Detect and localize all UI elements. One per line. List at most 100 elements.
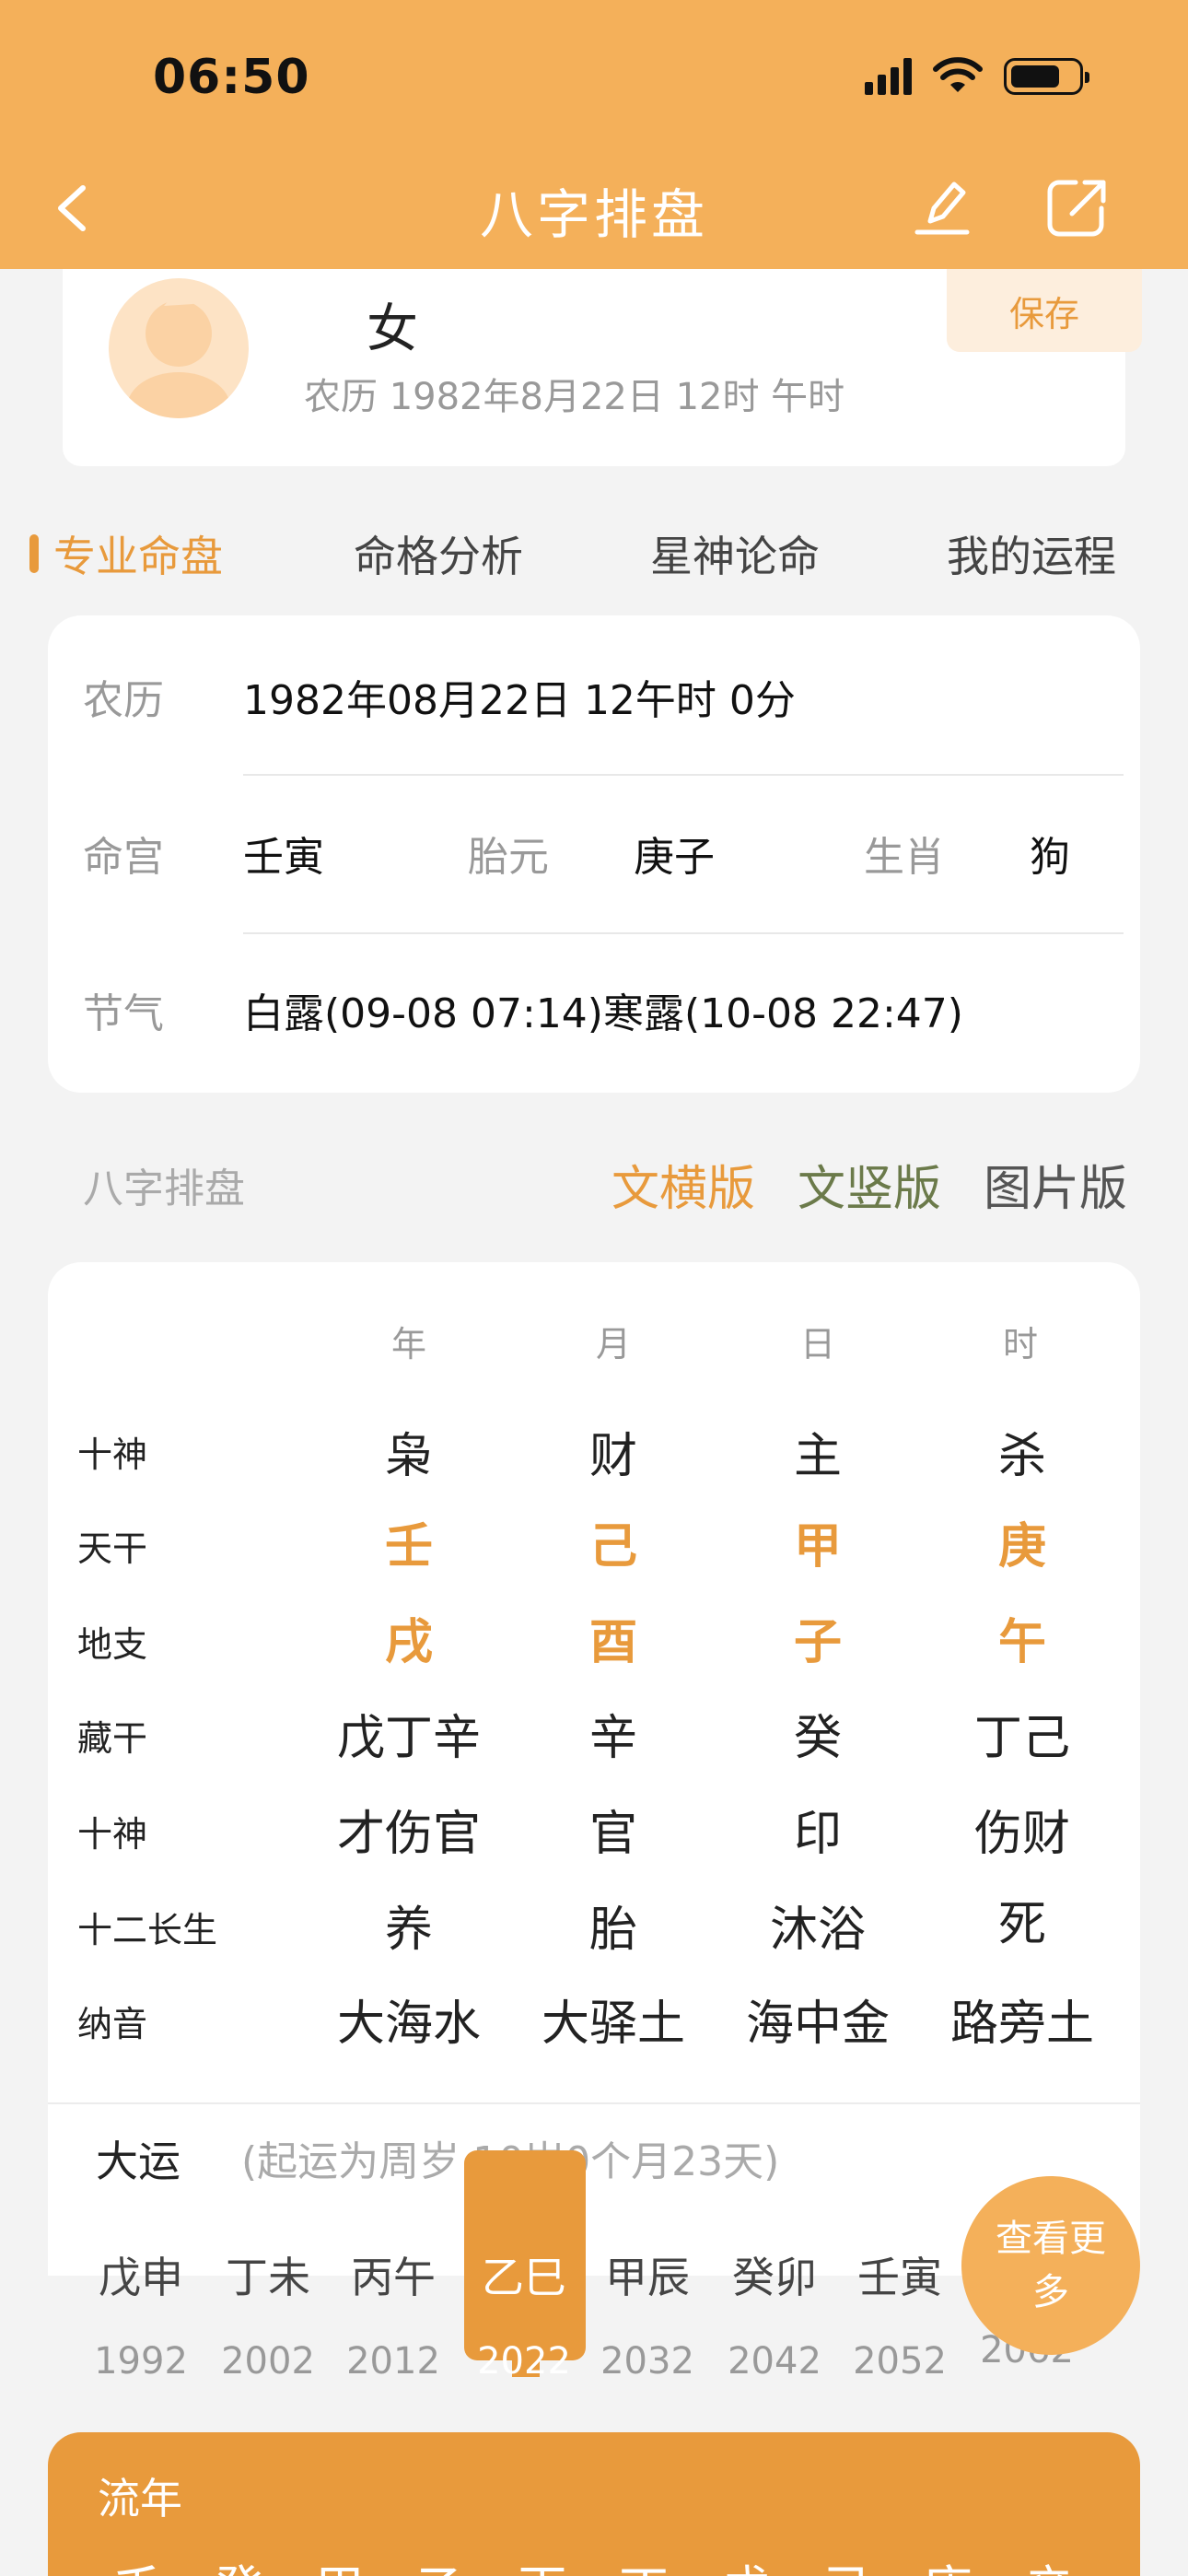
dayun-year: 2052 [853,2340,947,2383]
chart-cell: 才伤官 [336,1807,481,1862]
tab-bar: 专业命盘 命格分析 星神论命 我的运程 [0,516,1188,590]
dayun-year: 2032 [600,2340,694,2383]
chart-cell: 杀 [997,1429,1046,1484]
taiyuan-value: 庚子 [634,834,715,881]
dayun-year: 2002 [221,2340,315,2383]
dayun-title: 大运 [96,2137,181,2186]
lunar-label: 农历 [83,677,164,724]
chart-cell-earthly-branch: 酉 [588,1615,637,1670]
wifi-icon [933,57,983,92]
row-label: 天干 [77,1528,148,1569]
chart-cell: 死 [997,1897,1046,1952]
save-button[interactable]: 保存 [947,269,1142,352]
cellular-signal-icon [865,58,912,95]
liunian-title: 流年 [98,2474,182,2523]
jieqi-label: 节气 [83,990,164,1037]
minggong-label: 命宫 [83,834,164,881]
chart-cell: 印 [793,1807,842,1862]
dayun-ganzhi: 甲辰 [605,2253,690,2302]
liunian-item[interactable]: 癸 [197,2548,280,2576]
chart-cell: 大驿土 [541,1996,685,2052]
app-header: 06:50 八字排盘 [0,0,1188,269]
chart-cell: 财 [588,1429,637,1484]
version-horizontal-button[interactable]: 文横版 [611,1150,755,1219]
tab-my-fortune[interactable]: 我的运程 [947,523,1116,584]
liunian-item[interactable]: 戊 [704,2548,786,2576]
pencil-icon [914,181,970,235]
shengxiao-value: 狗 [1030,834,1070,881]
column-header-month: 月 [595,1324,631,1364]
liunian-item[interactable]: 丁 [602,2548,685,2576]
chart-cell-earthly-branch: 子 [793,1615,842,1670]
column-header-day: 日 [799,1324,835,1364]
info-divider [243,932,1124,934]
chart-cell-heavenly-stem: 壬 [384,1519,433,1575]
dayun-item[interactable]: 甲辰 2032 [588,2244,707,2383]
edit-button[interactable] [912,175,973,240]
chart-cell: 戊丁辛 [336,1711,481,1766]
dayun-year: 1992 [94,2340,188,2383]
share-button[interactable] [1044,175,1109,240]
chart-cell-heavenly-stem: 庚 [997,1519,1046,1575]
row-label: 藏干 [77,1718,148,1759]
row-label: 纳音 [77,2004,148,2044]
row-label: 十二长生 [77,1910,218,1950]
gender-text: 女 [367,299,418,359]
chart-divider [48,2102,1140,2104]
row-label: 十神 [77,1814,148,1855]
tab-star-reading[interactable]: 星神论命 [650,523,820,584]
chart-cell: 主 [793,1429,842,1484]
chart-cell: 枭 [384,1429,433,1484]
info-card: 农历 1982年08月22日 12午时 0分 命宫 壬寅 胎元 庚子 生肖 狗 … [48,615,1140,1093]
chart-cell-earthly-branch: 戌 [384,1615,433,1670]
avatar-person-icon [127,296,230,418]
chart-cell: 海中金 [745,1996,890,2052]
lunar-value: 1982年08月22日 12午时 0分 [243,677,796,724]
chart-cell: 养 [384,1903,433,1958]
dayun-item[interactable]: 壬寅 2052 [840,2244,960,2383]
chart-cell: 丁己 [973,1711,1070,1766]
dayun-ganzhi: 乙巳 [482,2253,566,2302]
avatar [109,278,249,418]
row-label: 地支 [77,1624,148,1665]
chart-cell-heavenly-stem: 甲 [793,1519,842,1575]
jieqi-value: 白露(09-08 07:14)寒露(10-08 22:47) [243,990,963,1037]
dayun-item[interactable]: 癸卯 2042 [715,2244,834,2383]
chart-cell: 大海水 [336,1996,481,2052]
info-divider [243,774,1124,776]
chart-cell-earthly-branch: 午 [997,1615,1046,1670]
liunian-item[interactable]: 壬 [96,2548,179,2576]
status-icons [865,57,1089,96]
share-icon [1047,180,1106,237]
chart-cell: 沐浴 [769,1903,866,1958]
version-vertical-button[interactable]: 文竖版 [798,1150,941,1219]
liunian-item[interactable]: 丙 [501,2548,584,2576]
liunian-item[interactable]: 己 [805,2548,888,2576]
dayun-item-active[interactable]: 乙巳 2022 [464,2244,584,2383]
page-title: 八字排盘 [479,183,708,246]
battery-icon [1004,58,1089,95]
tab-pattern-analysis[interactable]: 命格分析 [354,523,523,584]
liunian-panel: 流年 壬 癸 甲 乙 丙 丁 戊 己 庚 辛 [48,2432,1140,2576]
chart-cell: 辛 [588,1711,637,1766]
liunian-item[interactable]: 辛 [1007,2548,1090,2576]
column-header-year: 年 [390,1324,426,1364]
profile-card: 女 农历 1982年8月22日 12时 午时 保存 [63,269,1142,466]
liunian-item[interactable]: 甲 [298,2548,381,2576]
bazi-chart-card [48,1262,1140,2276]
dayun-item[interactable]: 丁未 2002 [208,2244,328,2383]
dayun-ganzhi: 丁未 [226,2253,310,2302]
liunian-item[interactable]: 乙 [400,2548,483,2576]
section-title: 八字排盘 [83,1165,245,1212]
dayun-year: 2022 [477,2340,571,2383]
version-image-button[interactable]: 图片版 [984,1150,1127,1219]
view-more-button[interactable]: 查看更多 [961,2176,1140,2355]
dayun-item[interactable]: 丙午 2012 [333,2244,453,2383]
chart-cell: 伤财 [973,1807,1070,1862]
tab-professional-chart[interactable]: 专业命盘 [53,523,223,584]
dayun-ganzhi: 戊申 [99,2253,183,2302]
dayun-item[interactable]: 戊申 1992 [81,2244,201,2383]
lunar-birth-text: 农历 1982年8月22日 12时 午时 [304,376,845,418]
liunian-item[interactable]: 庚 [906,2548,989,2576]
chart-cell-heavenly-stem: 己 [588,1519,637,1575]
